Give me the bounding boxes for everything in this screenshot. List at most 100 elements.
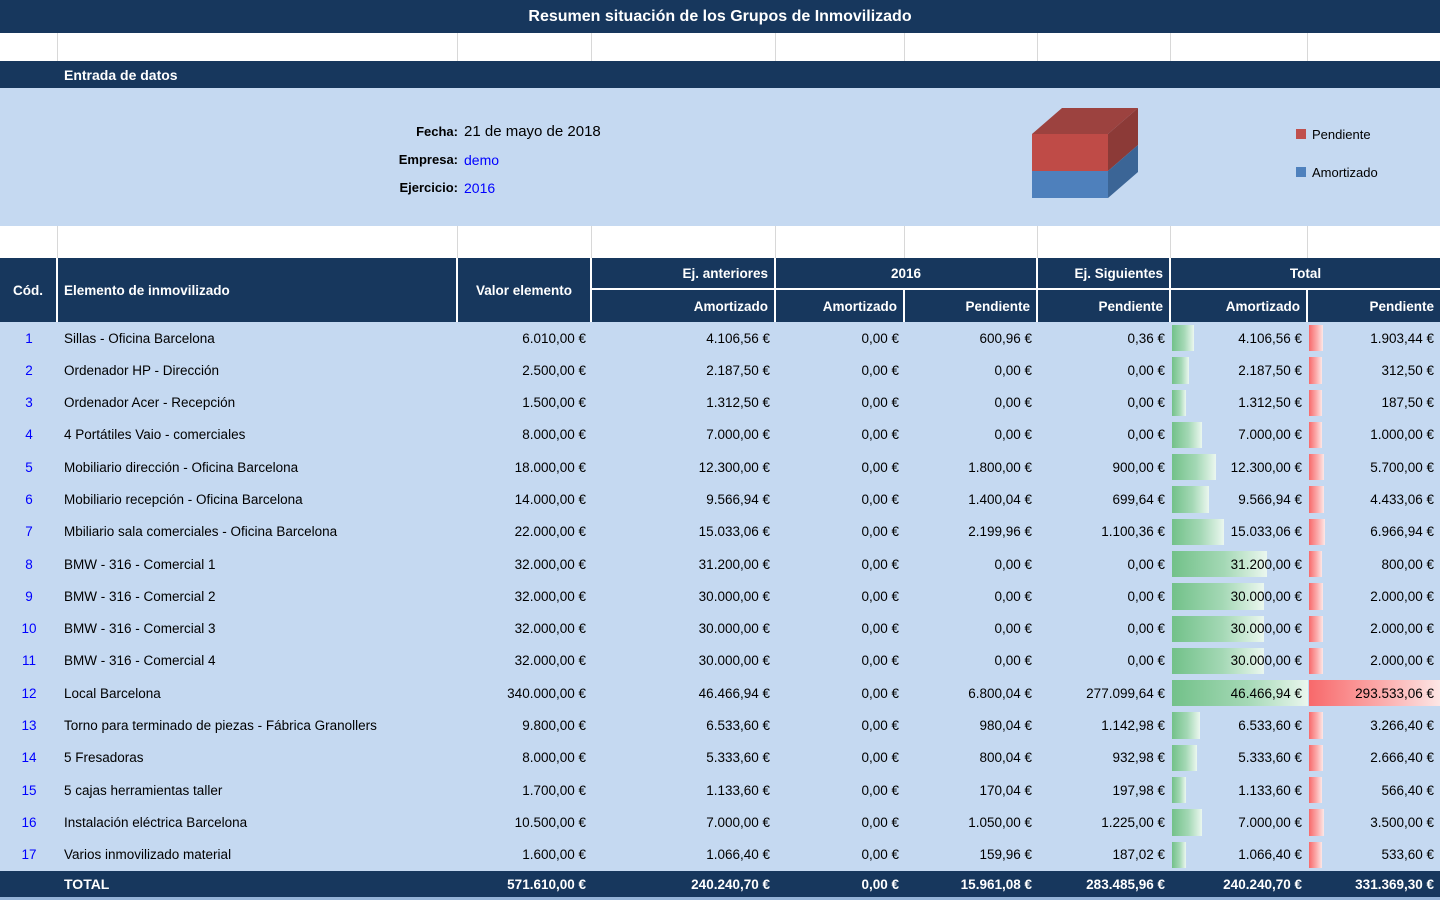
cell-name[interactable]: Mbiliario sala comerciales - Oficina Bar… bbox=[58, 516, 458, 548]
cell-ej-sig-pendiente[interactable]: 0,00 € bbox=[1038, 548, 1171, 580]
cell-name[interactable]: BMW - 316 - Comercial 4 bbox=[58, 645, 458, 677]
cell-cod[interactable]: 12 bbox=[0, 677, 58, 709]
cell-name[interactable]: Ordenador HP - Dirección bbox=[58, 354, 458, 386]
cell-y2016-amortizado[interactable]: 0,00 € bbox=[776, 806, 905, 838]
cell-y2016-pendiente[interactable]: 0,00 € bbox=[905, 354, 1038, 386]
cell-valor[interactable]: 10.500,00 € bbox=[458, 806, 592, 838]
cell-ej-ant-amortizado[interactable]: 1.066,40 € bbox=[592, 839, 776, 871]
cell-name[interactable]: BMW - 316 - Comercial 3 bbox=[58, 613, 458, 645]
cell-total-amortizado[interactable]: 30.000,00 € bbox=[1171, 613, 1308, 645]
cell-total-pendiente[interactable]: 187,50 € bbox=[1308, 387, 1440, 419]
cell-valor[interactable]: 340.000,00 € bbox=[458, 677, 592, 709]
cell-ej-sig-pendiente[interactable]: 0,36 € bbox=[1038, 322, 1171, 354]
cell-y2016-pendiente[interactable]: 2.199,96 € bbox=[905, 516, 1038, 548]
cell-cod[interactable]: 7 bbox=[0, 516, 58, 548]
cell-y2016-amortizado[interactable]: 0,00 € bbox=[776, 677, 905, 709]
cell-y2016-amortizado[interactable]: 0,00 € bbox=[776, 613, 905, 645]
cell-ej-sig-pendiente[interactable]: 699,64 € bbox=[1038, 483, 1171, 515]
cell-total-pendiente[interactable]: 1.903,44 € bbox=[1308, 322, 1440, 354]
cell-valor[interactable]: 32.000,00 € bbox=[458, 613, 592, 645]
ejercicio-value[interactable]: 2016 bbox=[464, 179, 495, 197]
cell-ej-ant-amortizado[interactable]: 1.312,50 € bbox=[592, 387, 776, 419]
cell-name[interactable]: BMW - 316 - Comercial 1 bbox=[58, 548, 458, 580]
cell-valor[interactable]: 6.010,00 € bbox=[458, 322, 592, 354]
cell-cod[interactable]: 11 bbox=[0, 645, 58, 677]
cell-total-pendiente[interactable]: 3.266,40 € bbox=[1308, 709, 1440, 741]
cell-y2016-amortizado[interactable]: 0,00 € bbox=[776, 483, 905, 515]
cell-cod[interactable]: 9 bbox=[0, 580, 58, 612]
cell-total-amortizado[interactable]: 31.200,00 € bbox=[1171, 548, 1308, 580]
cell-cod[interactable]: 16 bbox=[0, 806, 58, 838]
cell-ej-sig-pendiente[interactable]: 277.099,64 € bbox=[1038, 677, 1171, 709]
cell-total-pendiente[interactable]: 2.000,00 € bbox=[1308, 645, 1440, 677]
cell-y2016-pendiente[interactable]: 1.050,00 € bbox=[905, 806, 1038, 838]
cell-y2016-amortizado[interactable]: 0,00 € bbox=[776, 774, 905, 806]
cell-ej-sig-pendiente[interactable]: 0,00 € bbox=[1038, 580, 1171, 612]
cell-total-pendiente[interactable]: 1.000,00 € bbox=[1308, 419, 1440, 451]
cell-total-pendiente[interactable]: 4.433,06 € bbox=[1308, 483, 1440, 515]
cell-cod[interactable]: 4 bbox=[0, 419, 58, 451]
cell-ej-ant-amortizado[interactable]: 7.000,00 € bbox=[592, 806, 776, 838]
cell-name[interactable]: Mobiliario recepción - Oficina Barcelona bbox=[58, 483, 458, 515]
cell-valor[interactable]: 32.000,00 € bbox=[458, 645, 592, 677]
cell-total-pendiente[interactable]: 800,00 € bbox=[1308, 548, 1440, 580]
cell-total-pendiente[interactable]: 293.533,06 € bbox=[1308, 677, 1440, 709]
cell-y2016-pendiente[interactable]: 800,04 € bbox=[905, 742, 1038, 774]
cell-total-amortizado[interactable]: 30.000,00 € bbox=[1171, 645, 1308, 677]
cell-valor[interactable]: 22.000,00 € bbox=[458, 516, 592, 548]
cell-ej-sig-pendiente[interactable]: 932,98 € bbox=[1038, 742, 1171, 774]
cell-y2016-pendiente[interactable]: 0,00 € bbox=[905, 419, 1038, 451]
cell-total-amortizado[interactable]: 7.000,00 € bbox=[1171, 419, 1308, 451]
cell-name[interactable]: Ordenador Acer - Recepción bbox=[58, 387, 458, 419]
cell-y2016-pendiente[interactable]: 1.400,04 € bbox=[905, 483, 1038, 515]
cell-name[interactable]: 4 Portátiles Vaio - comerciales bbox=[58, 419, 458, 451]
cell-total-amortizado[interactable]: 15.033,06 € bbox=[1171, 516, 1308, 548]
cell-name[interactable]: BMW - 316 - Comercial 2 bbox=[58, 580, 458, 612]
cell-name[interactable]: Sillas - Oficina Barcelona bbox=[58, 322, 458, 354]
cell-ej-sig-pendiente[interactable]: 0,00 € bbox=[1038, 387, 1171, 419]
cell-name[interactable]: Local Barcelona bbox=[58, 677, 458, 709]
cell-cod[interactable]: 13 bbox=[0, 709, 58, 741]
cell-ej-ant-amortizado[interactable]: 31.200,00 € bbox=[592, 548, 776, 580]
cell-valor[interactable]: 1.500,00 € bbox=[458, 387, 592, 419]
cell-cod[interactable]: 3 bbox=[0, 387, 58, 419]
cell-valor[interactable]: 9.800,00 € bbox=[458, 709, 592, 741]
cell-total-amortizado[interactable]: 1.133,60 € bbox=[1171, 774, 1308, 806]
cell-ej-sig-pendiente[interactable]: 0,00 € bbox=[1038, 354, 1171, 386]
cell-ej-sig-pendiente[interactable]: 0,00 € bbox=[1038, 645, 1171, 677]
cell-y2016-pendiente[interactable]: 1.800,00 € bbox=[905, 451, 1038, 483]
cell-y2016-amortizado[interactable]: 0,00 € bbox=[776, 580, 905, 612]
cell-total-amortizado[interactable]: 4.106,56 € bbox=[1171, 322, 1308, 354]
cell-ej-ant-amortizado[interactable]: 30.000,00 € bbox=[592, 645, 776, 677]
cell-total-amortizado[interactable]: 1.312,50 € bbox=[1171, 387, 1308, 419]
cell-name[interactable]: 5 cajas herramientas taller bbox=[58, 774, 458, 806]
cell-ej-ant-amortizado[interactable]: 7.000,00 € bbox=[592, 419, 776, 451]
cell-ej-sig-pendiente[interactable]: 1.100,36 € bbox=[1038, 516, 1171, 548]
cell-ej-ant-amortizado[interactable]: 30.000,00 € bbox=[592, 613, 776, 645]
cell-ej-sig-pendiente[interactable]: 0,00 € bbox=[1038, 613, 1171, 645]
cell-y2016-pendiente[interactable]: 0,00 € bbox=[905, 548, 1038, 580]
cell-total-amortizado[interactable]: 30.000,00 € bbox=[1171, 580, 1308, 612]
cell-ej-sig-pendiente[interactable]: 0,00 € bbox=[1038, 419, 1171, 451]
cell-cod[interactable]: 5 bbox=[0, 451, 58, 483]
cell-total-amortizado[interactable]: 7.000,00 € bbox=[1171, 806, 1308, 838]
cell-valor[interactable]: 8.000,00 € bbox=[458, 419, 592, 451]
cell-y2016-amortizado[interactable]: 0,00 € bbox=[776, 742, 905, 774]
cell-valor[interactable]: 18.000,00 € bbox=[458, 451, 592, 483]
cell-y2016-pendiente[interactable]: 0,00 € bbox=[905, 387, 1038, 419]
cell-y2016-pendiente[interactable]: 0,00 € bbox=[905, 580, 1038, 612]
cell-total-pendiente[interactable]: 312,50 € bbox=[1308, 354, 1440, 386]
cell-name[interactable]: 5 Fresadoras bbox=[58, 742, 458, 774]
cell-name[interactable]: Torno para terminado de piezas - Fábrica… bbox=[58, 709, 458, 741]
cell-y2016-amortizado[interactable]: 0,00 € bbox=[776, 548, 905, 580]
cell-y2016-amortizado[interactable]: 0,00 € bbox=[776, 419, 905, 451]
cell-y2016-pendiente[interactable]: 0,00 € bbox=[905, 645, 1038, 677]
cell-total-amortizado[interactable]: 1.066,40 € bbox=[1171, 839, 1308, 871]
cell-valor[interactable]: 32.000,00 € bbox=[458, 580, 592, 612]
cell-y2016-amortizado[interactable]: 0,00 € bbox=[776, 516, 905, 548]
cell-y2016-pendiente[interactable]: 6.800,04 € bbox=[905, 677, 1038, 709]
cell-total-pendiente[interactable]: 5.700,00 € bbox=[1308, 451, 1440, 483]
cell-cod[interactable]: 15 bbox=[0, 774, 58, 806]
cell-cod[interactable]: 1 bbox=[0, 322, 58, 354]
cell-ej-ant-amortizado[interactable]: 1.133,60 € bbox=[592, 774, 776, 806]
